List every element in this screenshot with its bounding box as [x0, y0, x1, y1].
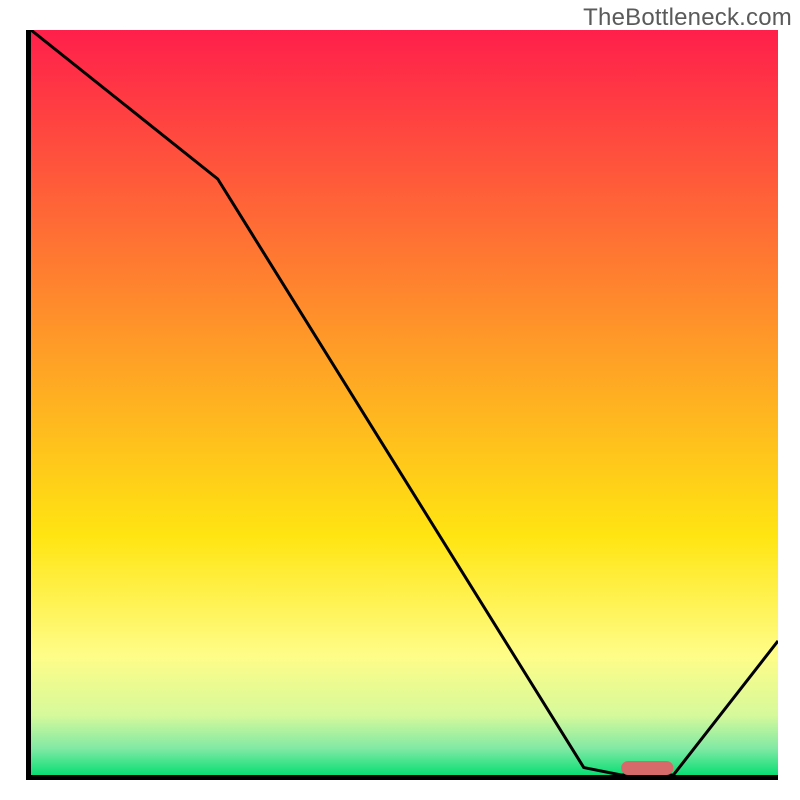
optimal-zone-marker	[621, 761, 673, 775]
gradient-background	[31, 30, 778, 775]
chart-svg	[26, 30, 778, 780]
watermark-text: TheBottleneck.com	[583, 4, 792, 32]
plot-area	[26, 30, 778, 780]
chart-frame: TheBottleneck.com	[0, 0, 800, 800]
